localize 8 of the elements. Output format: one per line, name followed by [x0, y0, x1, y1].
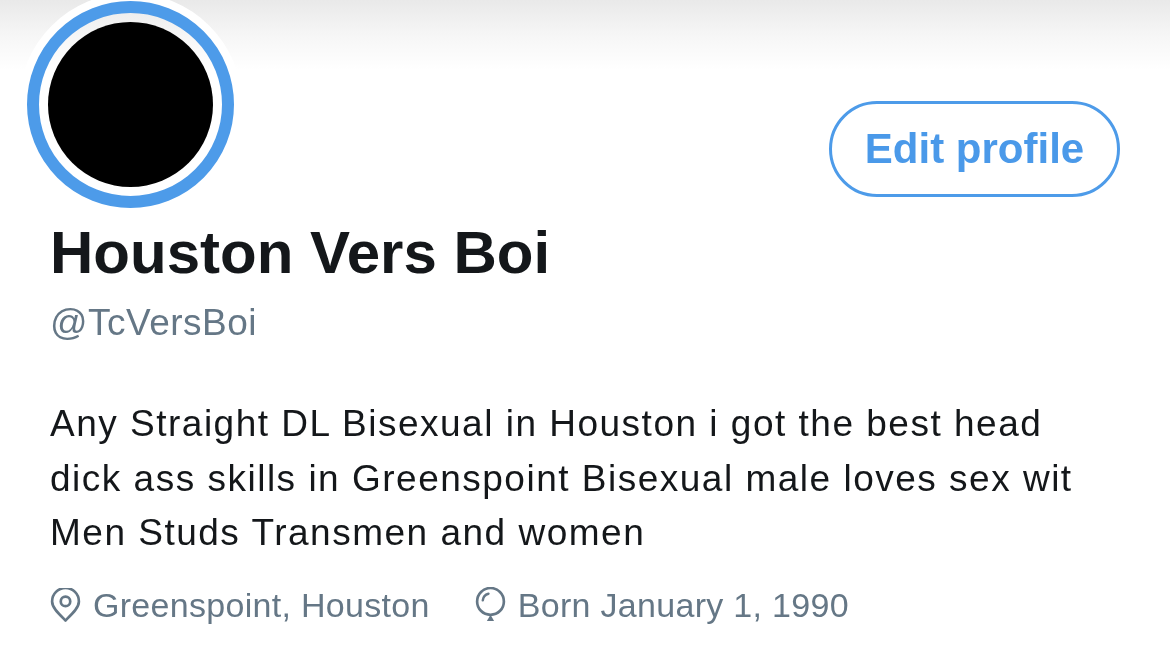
birth-date-text: Born January 1, 1990 [517, 584, 849, 625]
balloon-icon [474, 587, 506, 622]
edit-profile-button[interactable]: Edit profile [829, 101, 1120, 197]
location-pin-icon [50, 587, 81, 622]
profile-name: Houston Vers Boi [50, 218, 552, 288]
location-text: Greenspoint, Houston [93, 584, 430, 625]
profile-bio: Any Straight DL Bisexual in Houston i got the best head dick ass skills in Greenspoint Bisexual male loves sex wit Men Studs Transmen and women [50, 402, 1074, 555]
profile-handle: @TcVersBoi [50, 301, 259, 345]
